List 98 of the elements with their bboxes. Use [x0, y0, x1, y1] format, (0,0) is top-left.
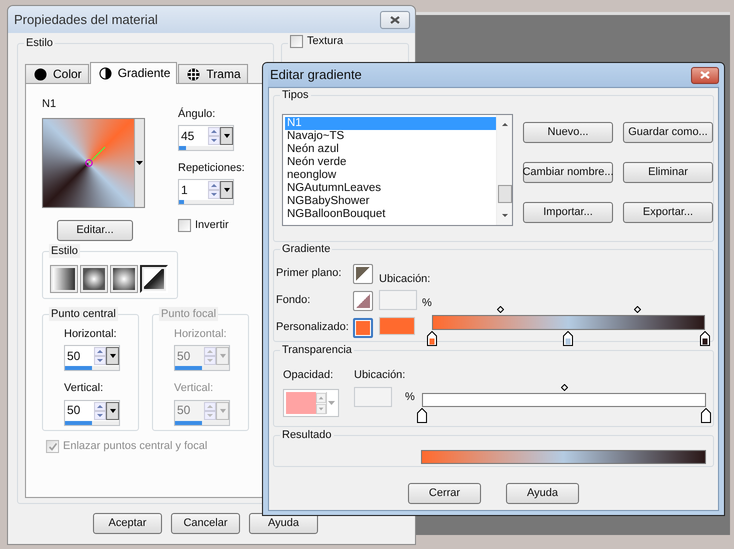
midpoint-diamond-icon	[497, 306, 504, 313]
field-label: Opacidad:	[283, 369, 334, 382]
field-label: Personalizado:	[276, 321, 350, 335]
style-option-button[interactable]	[80, 265, 108, 294]
field-label: Vertical:	[174, 382, 214, 396]
color-stop-marker[interactable]	[701, 408, 711, 423]
style-option-button[interactable]	[50, 265, 78, 294]
color-stop-marker[interactable]	[426, 331, 437, 346]
midpoint-diamond-icon	[634, 306, 641, 313]
caret-icon	[218, 408, 226, 414]
spin-arrows-icon	[208, 127, 220, 146]
field-label: Ángulo:	[178, 108, 216, 122]
caret-icon	[218, 353, 226, 360]
button[interactable]: Importar...	[523, 202, 613, 223]
color-stop-marker[interactable]	[563, 331, 574, 346]
caret-icon	[108, 408, 116, 414]
angular-gradient-icon	[144, 269, 164, 290]
button[interactable]: Exportar...	[623, 202, 713, 223]
spin-arrows-icon	[208, 181, 220, 200]
list-item[interactable]: Neón azul	[285, 143, 496, 156]
close-button[interactable]	[691, 66, 719, 84]
checkbox[interactable]	[178, 219, 191, 232]
spin-field[interactable]: 50	[64, 345, 120, 372]
list-box[interactable]: N1 Navajo~TS Neón azul Neón verde neonglow NGAutumnLeaves NGBabyShower NGBalloonBouquet	[282, 114, 513, 226]
opacity-field[interactable]	[283, 389, 339, 418]
check-icon	[48, 442, 58, 452]
input-field[interactable]	[379, 290, 417, 310]
half-circle-icon	[98, 67, 112, 80]
field-label: Primer plano:	[276, 267, 342, 281]
gradient-name: N1	[42, 98, 58, 112]
spin-arrows-icon	[316, 392, 326, 416]
button[interactable]: Ayuda	[506, 483, 579, 504]
checkbox-label: Invertir	[195, 219, 229, 233]
style-option-button[interactable]	[110, 265, 138, 294]
field-label: Ubicación:	[379, 273, 432, 286]
color-box[interactable]	[379, 317, 415, 336]
close-icon	[699, 70, 711, 80]
button[interactable]: Aceptar	[93, 513, 162, 534]
field-label: Ubicación:	[354, 369, 406, 382]
caret-icon	[328, 401, 335, 406]
percent-label: %	[422, 297, 432, 310]
button[interactable]: Eliminar	[623, 162, 713, 183]
group-label: Estilo	[49, 244, 80, 258]
list-item[interactable]: NGBabyShower	[285, 195, 496, 208]
input-field[interactable]	[354, 387, 392, 408]
close-icon	[389, 14, 401, 24]
caret-icon	[222, 133, 230, 140]
list-item[interactable]: Neón verde	[285, 156, 496, 169]
list-item[interactable]: Navajo~TS	[285, 130, 496, 143]
field-label: Vertical:	[64, 382, 104, 396]
button[interactable]: Guardar como...	[623, 122, 713, 143]
grid-circle-icon	[187, 68, 200, 80]
tab[interactable]: Gradiente	[90, 62, 178, 84]
midpoint-diamond-icon	[561, 384, 568, 391]
close-button[interactable]	[380, 10, 410, 28]
percent-label: %	[405, 390, 415, 404]
button[interactable]: Cerrar	[408, 483, 481, 504]
group-label: Tipos	[280, 88, 310, 102]
dropdown-button[interactable]	[220, 127, 233, 146]
button[interactable]: Nuevo...	[523, 122, 613, 143]
field-label: Horizontal:	[174, 328, 228, 342]
field-label: Repeticiones:	[178, 162, 245, 176]
spin-arrows-icon	[94, 347, 106, 366]
dropdown-button[interactable]	[220, 181, 233, 200]
field-label: Fondo:	[276, 294, 312, 308]
checkbox-label: Textura	[307, 34, 344, 48]
group-label: Transparencia	[280, 343, 354, 357]
style-option-button[interactable]	[140, 265, 168, 294]
field-label: Horizontal:	[64, 328, 118, 342]
window-title: Editar gradiente	[270, 67, 362, 83]
checkbox-label: Enlazar puntos central y focal	[63, 440, 208, 454]
rectangular-gradient-icon	[83, 268, 105, 290]
list-item[interactable]: NGBalloonBouquet	[285, 208, 496, 221]
checkbox[interactable]	[290, 34, 303, 48]
circle-icon	[34, 68, 47, 80]
spin-field[interactable]: 1	[178, 179, 234, 206]
tab[interactable]: Color	[25, 64, 89, 83]
window-title: Propiedades del material	[14, 12, 158, 28]
group-label: Punto focal	[159, 307, 218, 322]
radial-gradient-icon	[113, 268, 135, 290]
list-item[interactable]: NGAutumnLeaves	[285, 182, 496, 195]
spin-field[interactable]: 50	[64, 400, 120, 426]
button[interactable]: Cancelar	[171, 513, 240, 534]
linear-gradient-icon	[53, 268, 75, 290]
dropdown-button[interactable]	[106, 347, 119, 366]
caret-icon	[108, 353, 116, 360]
color-stop-marker[interactable]	[700, 331, 710, 346]
group-label: Punto central	[49, 307, 118, 322]
dropdown-button[interactable]	[106, 402, 119, 420]
caret-icon	[136, 161, 144, 166]
spin-arrows-icon	[94, 402, 106, 420]
spin-field[interactable]: 45	[178, 125, 234, 152]
list-item[interactable]: neonglow	[285, 169, 496, 182]
spin-arrows-icon	[204, 402, 216, 420]
caret-icon	[222, 187, 230, 194]
tab[interactable]: Trama	[178, 64, 248, 83]
edit-button[interactable]: Editar...	[57, 220, 133, 242]
spin-arrows-icon	[204, 347, 216, 366]
